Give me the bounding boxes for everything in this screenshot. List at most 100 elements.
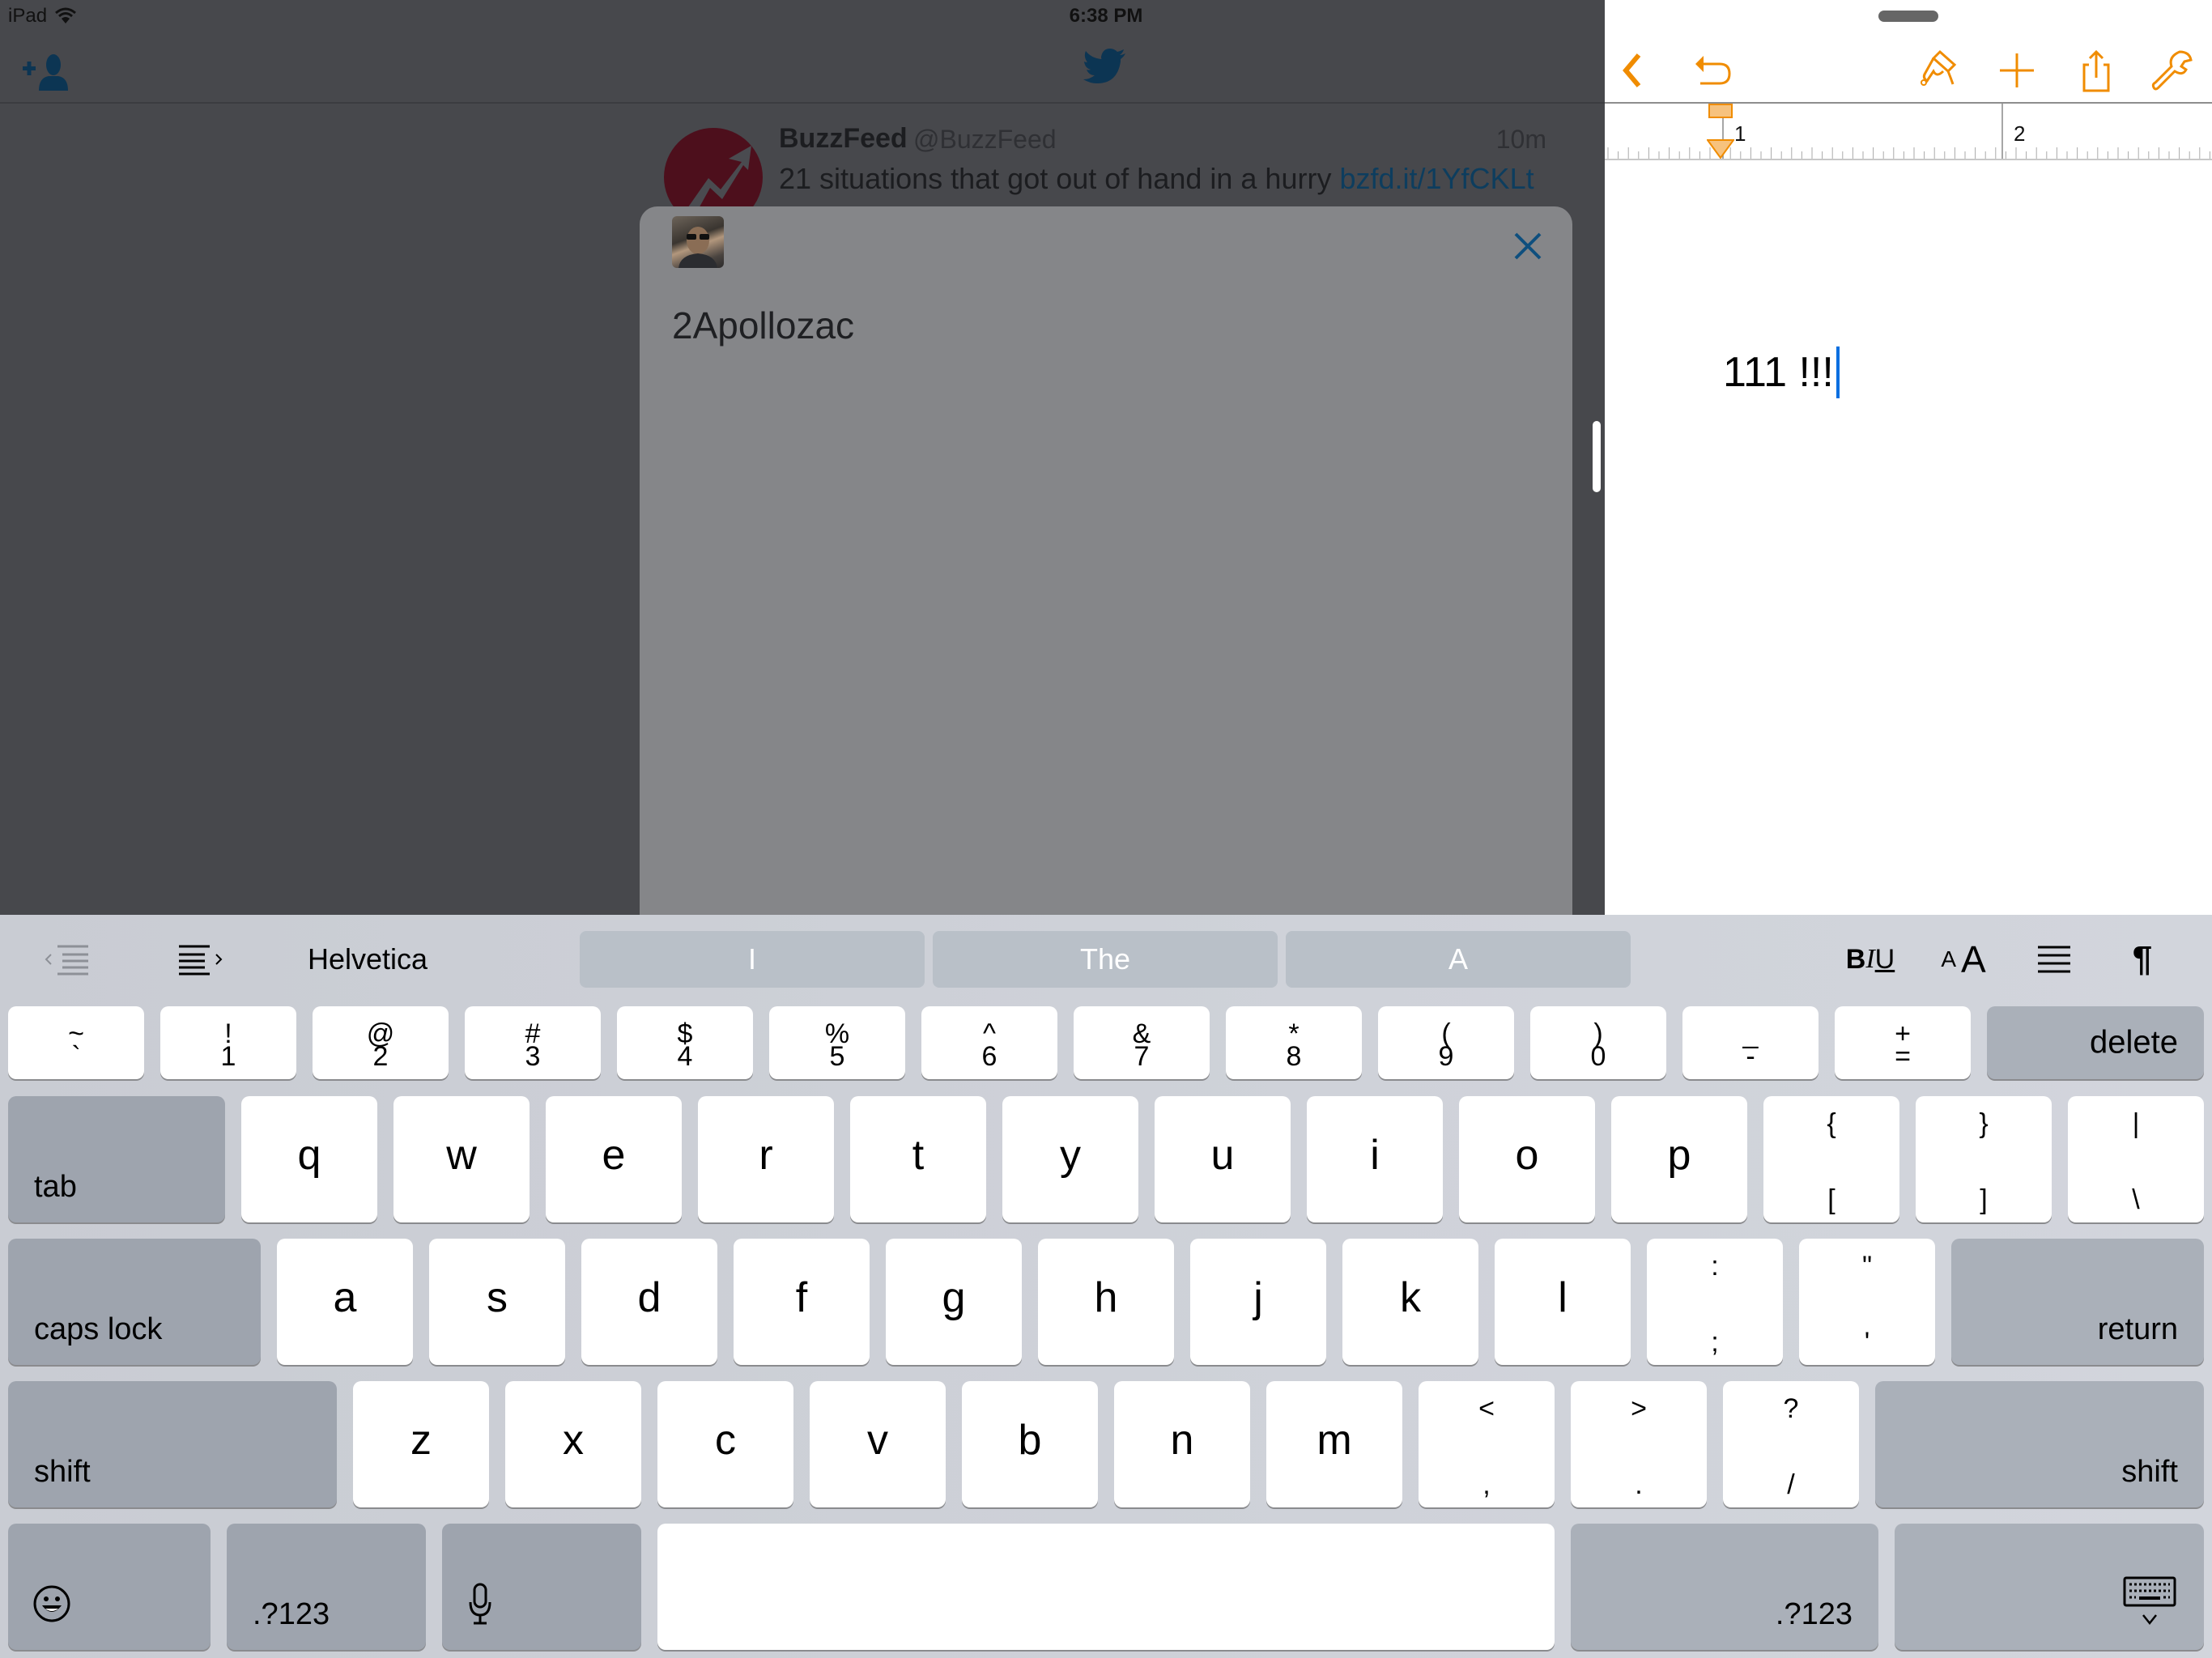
key-m[interactable]: m bbox=[1266, 1381, 1402, 1507]
key-w[interactable]: w bbox=[393, 1096, 530, 1222]
key-b[interactable]: b bbox=[962, 1381, 1098, 1507]
back-button[interactable] bbox=[1614, 49, 1658, 92]
key-backslash[interactable]: | \ bbox=[2068, 1096, 2204, 1222]
key-j[interactable]: j bbox=[1190, 1239, 1326, 1365]
key-left-bracket[interactable]: {[ bbox=[1763, 1096, 1899, 1222]
key-label: h bbox=[1094, 1274, 1118, 1322]
font-picker-button[interactable]: Helvetica bbox=[308, 931, 428, 988]
key-9[interactable]: (9 bbox=[1378, 1006, 1514, 1079]
key-s[interactable]: s bbox=[429, 1239, 565, 1365]
key-t[interactable]: t bbox=[850, 1096, 986, 1222]
key-2[interactable]: @2 bbox=[313, 1006, 449, 1079]
dictation-key[interactable] bbox=[442, 1524, 641, 1650]
suggestion-3[interactable]: A bbox=[1286, 931, 1631, 988]
key-8[interactable]: * 8 bbox=[1226, 1006, 1362, 1079]
twitter-bird-icon[interactable] bbox=[1083, 47, 1129, 87]
key-6[interactable]: ^ 6 bbox=[921, 1006, 1057, 1079]
key--[interactable]: _ - bbox=[1682, 1006, 1819, 1079]
key-5[interactable]: % 5 bbox=[769, 1006, 905, 1079]
key-c[interactable]: c bbox=[657, 1381, 793, 1507]
tweet-link[interactable]: bzfd.it/1YfCKLt bbox=[1339, 162, 1534, 195]
split-view-divider-handle[interactable] bbox=[1593, 421, 1601, 492]
key-d[interactable]: d bbox=[581, 1239, 717, 1365]
suggestion-2[interactable]: The bbox=[933, 931, 1278, 988]
key-p[interactable]: p bbox=[1611, 1096, 1747, 1222]
key-f[interactable]: f bbox=[734, 1239, 870, 1365]
share-icon bbox=[2082, 49, 2110, 92]
bold-italic-underline-button[interactable]: BIU bbox=[1838, 931, 1903, 988]
increase-indent-icon bbox=[179, 945, 223, 976]
suggestion-1[interactable]: I bbox=[580, 931, 925, 988]
key-period[interactable]: >. bbox=[1571, 1381, 1707, 1507]
key-o[interactable]: o bbox=[1459, 1096, 1595, 1222]
key-label: 7 bbox=[1134, 1041, 1150, 1072]
document-text[interactable]: 111 !!! bbox=[1723, 346, 1840, 398]
return-key[interactable]: return bbox=[1951, 1239, 2204, 1365]
document-ruler[interactable]: 1 2 bbox=[1605, 104, 2212, 160]
key-7[interactable]: & 7 bbox=[1074, 1006, 1210, 1079]
dismiss-keyboard-key[interactable] bbox=[1895, 1524, 2204, 1650]
key-slash[interactable]: ? / bbox=[1723, 1381, 1859, 1507]
first-line-indent-marker[interactable] bbox=[1708, 104, 1733, 118]
right-shift-key[interactable]: shift bbox=[1875, 1381, 2204, 1507]
space-bar[interactable] bbox=[657, 1524, 1555, 1650]
key-0[interactable]: ) 0 bbox=[1530, 1006, 1666, 1079]
key-shift-label: : bbox=[1711, 1251, 1719, 1282]
key-r[interactable]: r bbox=[698, 1096, 834, 1222]
slide-over-grabber[interactable] bbox=[1878, 11, 1938, 22]
tweet-author-handle: @BuzzFeed bbox=[913, 125, 1057, 154]
key-1[interactable]: ! 1 bbox=[160, 1006, 296, 1079]
key-3[interactable]: #3 bbox=[465, 1006, 601, 1079]
caps-lock-key[interactable]: caps lock bbox=[8, 1239, 261, 1365]
key-a[interactable]: a bbox=[277, 1239, 413, 1365]
document-canvas[interactable]: 111 !!! bbox=[1605, 162, 2212, 915]
key-label: shift bbox=[2121, 1455, 2178, 1489]
alignment-button[interactable] bbox=[2034, 931, 2074, 988]
numbers-toggle-key-left[interactable]: .?123 bbox=[227, 1524, 426, 1650]
key-quote[interactable]: " ' bbox=[1799, 1239, 1935, 1365]
tweet-timestamp: 10m bbox=[1495, 125, 1546, 154]
key-g[interactable]: g bbox=[886, 1239, 1022, 1365]
increase-indent-button[interactable] bbox=[172, 931, 228, 988]
left-shift-key[interactable]: shift bbox=[8, 1381, 337, 1507]
key-y[interactable]: y bbox=[1002, 1096, 1138, 1222]
key-q[interactable]: q bbox=[241, 1096, 377, 1222]
key-x[interactable]: x bbox=[505, 1381, 641, 1507]
add-user-button[interactable] bbox=[21, 50, 70, 91]
key-k[interactable]: k bbox=[1342, 1239, 1478, 1365]
key-4[interactable]: $4 bbox=[617, 1006, 753, 1079]
key-u[interactable]: u bbox=[1155, 1096, 1291, 1222]
paragraph-style-button[interactable]: ¶ bbox=[2126, 931, 2159, 988]
key-label: \ bbox=[2132, 1184, 2140, 1215]
key-z[interactable]: z bbox=[353, 1381, 489, 1507]
key-label: ; bbox=[1711, 1327, 1719, 1358]
key-e[interactable]: e bbox=[546, 1096, 682, 1222]
key-comma[interactable]: <, bbox=[1419, 1381, 1555, 1507]
compose-text-field[interactable]: 2Apollozac bbox=[672, 304, 854, 347]
tab-key[interactable]: tab bbox=[8, 1096, 225, 1222]
format-button[interactable] bbox=[1916, 49, 1959, 92]
share-button[interactable] bbox=[2074, 49, 2118, 92]
tweet-row[interactable]: BuzzFeed @BuzzFeed 10m 21 situations tha… bbox=[664, 120, 1555, 227]
tools-button[interactable] bbox=[2150, 49, 2194, 92]
key-l[interactable]: l bbox=[1495, 1239, 1631, 1365]
key-label: s bbox=[487, 1274, 508, 1322]
key-v[interactable]: v bbox=[810, 1381, 946, 1507]
emoji-key[interactable] bbox=[8, 1524, 211, 1650]
key-=[interactable]: + = bbox=[1835, 1006, 1971, 1079]
key-n[interactable]: n bbox=[1114, 1381, 1250, 1507]
key-h[interactable]: h bbox=[1038, 1239, 1174, 1365]
close-compose-button[interactable] bbox=[1508, 226, 1548, 266]
key-i[interactable]: i bbox=[1307, 1096, 1443, 1222]
key-semicolon[interactable]: :; bbox=[1647, 1239, 1783, 1365]
font-size-button[interactable]: AA bbox=[1935, 931, 1992, 988]
key-`[interactable]: ~ ` bbox=[8, 1006, 144, 1079]
left-indent-marker[interactable] bbox=[1707, 139, 1734, 159]
key-right-bracket[interactable]: }] bbox=[1916, 1096, 2052, 1222]
key-label: ] bbox=[1980, 1184, 1988, 1215]
undo-button[interactable] bbox=[1692, 49, 1736, 92]
numbers-toggle-key-right[interactable]: .?123 bbox=[1571, 1524, 1878, 1650]
delete-key[interactable]: delete bbox=[1987, 1006, 2204, 1079]
decrease-indent-button[interactable] bbox=[39, 931, 96, 988]
insert-button[interactable] bbox=[1995, 49, 2039, 92]
